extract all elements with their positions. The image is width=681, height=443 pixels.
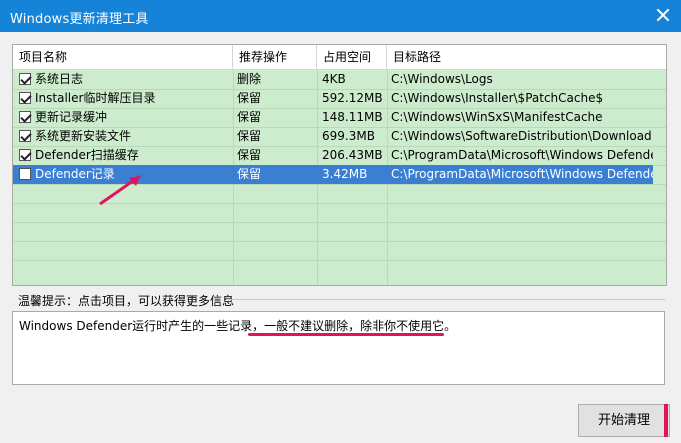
row-name: Installer临时解压目录 bbox=[35, 91, 156, 105]
row-checkbox[interactable] bbox=[19, 130, 31, 142]
row-name: 更新记录缓冲 bbox=[35, 110, 108, 124]
cleanup-item-list[interactable]: 项目名称 推荐操作 占用空间 目标路径 系统日志 删除 4KB C:\Windo… bbox=[12, 44, 667, 286]
table-row[interactable]: 系统日志 删除 4KB C:\Windows\Logs bbox=[13, 70, 653, 89]
row-size: 699.3MB bbox=[322, 129, 375, 143]
row-action: 保留 bbox=[237, 91, 262, 105]
row-checkbox[interactable] bbox=[19, 111, 31, 123]
row-path: C:\Windows\WinSxS\ManifestCache bbox=[391, 110, 603, 124]
title-bar: Windows更新清理工具 bbox=[0, 0, 681, 32]
row-checkbox[interactable] bbox=[19, 149, 31, 161]
divider bbox=[226, 299, 665, 300]
window-title: Windows更新清理工具 bbox=[10, 12, 149, 27]
description-box: Windows Defender运行时产生的一些记录，一般不建议删除，除非你不使… bbox=[12, 311, 665, 385]
row-path: C:\Windows\Logs bbox=[391, 72, 493, 86]
row-checkbox[interactable] bbox=[19, 168, 31, 180]
close-icon[interactable] bbox=[653, 5, 673, 25]
row-path: C:\ProgramData\Microsoft\Windows Defende… bbox=[391, 148, 653, 162]
start-cleanup-button[interactable]: 开始清理 bbox=[578, 404, 670, 437]
table-row[interactable]: 系统更新安装文件 保留 699.3MB C:\Windows\SoftwareD… bbox=[13, 127, 653, 146]
column-header-name[interactable]: 项目名称 bbox=[13, 45, 233, 69]
row-action: 删除 bbox=[237, 72, 262, 86]
table-row[interactable]: 更新记录缓冲 保留 148.11MB C:\Windows\WinSxS\Man… bbox=[13, 108, 653, 127]
column-header-size[interactable]: 占用空间 bbox=[317, 45, 387, 69]
description-text: Windows Defender运行时产生的一些记录，一般不建议删除，除非你不使… bbox=[19, 319, 457, 333]
row-path: C:\Windows\Installer\$PatchCache$ bbox=[391, 91, 604, 105]
row-action: 保留 bbox=[237, 167, 262, 181]
row-action: 保留 bbox=[237, 110, 262, 124]
row-name: 系统日志 bbox=[35, 72, 84, 86]
annotation-underline bbox=[248, 333, 444, 336]
row-checkbox[interactable] bbox=[19, 73, 31, 85]
row-path: C:\ProgramData\Microsoft\Windows Defende… bbox=[391, 167, 653, 181]
row-action: 保留 bbox=[237, 129, 262, 143]
row-size: 592.12MB bbox=[322, 91, 383, 105]
tip-label: 温馨提示：点击项目，可以获得更多信息 bbox=[18, 294, 235, 308]
annotation-arrow-icon bbox=[99, 174, 141, 206]
row-name: 系统更新安装文件 bbox=[35, 129, 132, 143]
column-header-path[interactable]: 目标路径 bbox=[387, 45, 666, 69]
row-size: 148.11MB bbox=[322, 110, 383, 124]
table-row[interactable]: Installer临时解压目录 保留 592.12MB C:\Windows\I… bbox=[13, 89, 653, 108]
row-size: 206.43MB bbox=[322, 148, 383, 162]
row-size: 3.42MB bbox=[322, 167, 368, 181]
row-checkbox[interactable] bbox=[19, 92, 31, 104]
row-path: C:\Windows\SoftwareDistribution\Download bbox=[391, 129, 652, 143]
annotation-marker bbox=[664, 404, 668, 437]
row-action: 保留 bbox=[237, 148, 262, 162]
row-size: 4KB bbox=[322, 72, 346, 86]
list-header: 项目名称 推荐操作 占用空间 目标路径 bbox=[13, 45, 666, 70]
table-row[interactable]: Defender扫描缓存 保留 206.43MB C:\ProgramData\… bbox=[13, 146, 653, 165]
row-name: Defender扫描缓存 bbox=[35, 148, 139, 162]
column-header-action[interactable]: 推荐操作 bbox=[233, 45, 317, 69]
